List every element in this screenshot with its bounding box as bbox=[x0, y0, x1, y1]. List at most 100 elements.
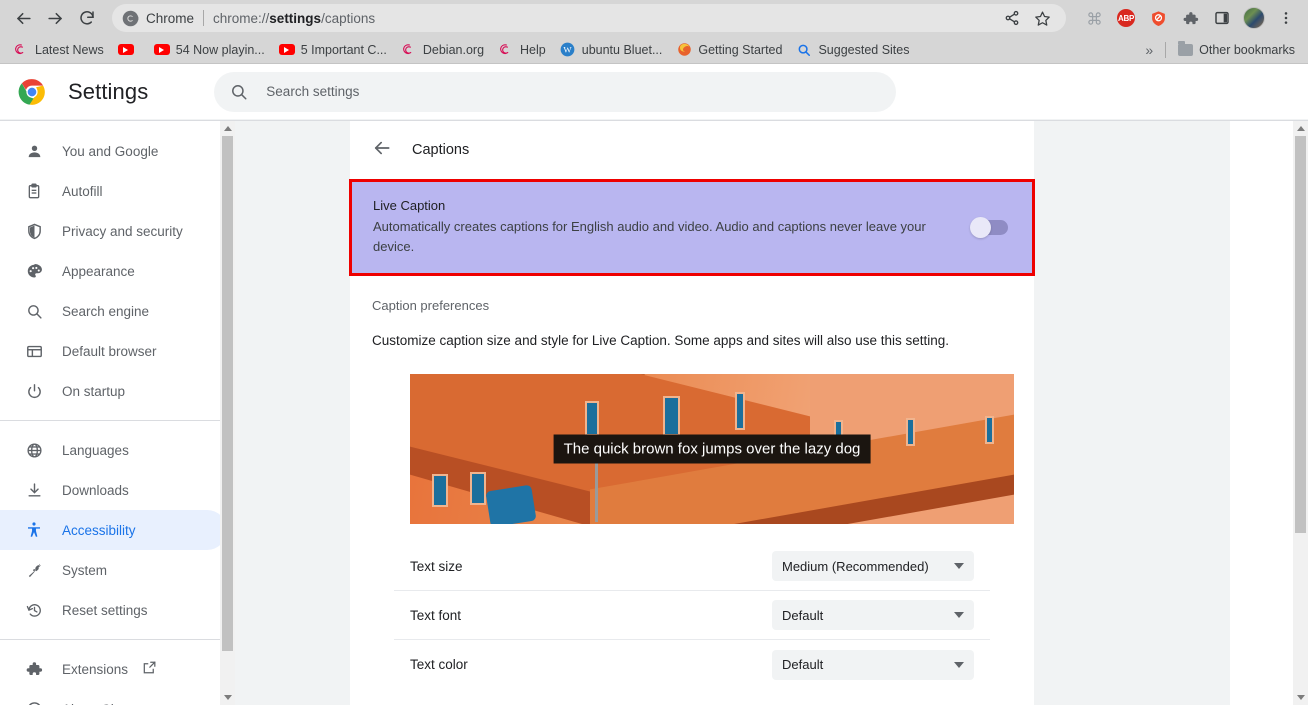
sidebar-item-default-browser[interactable]: Default browser bbox=[0, 331, 227, 371]
bookmark-debian-org[interactable]: Debian.org bbox=[394, 40, 491, 60]
chevron-down-icon bbox=[954, 563, 964, 569]
live-caption-toggle[interactable] bbox=[970, 217, 1008, 238]
bookmark-5-important-c[interactable]: 5 Important C... bbox=[272, 40, 394, 60]
bookmark-label: Suggested Sites bbox=[818, 42, 910, 57]
sidebar-item-appearance[interactable]: Appearance bbox=[0, 251, 227, 291]
bookmark-54-now-playing[interactable]: 54 Now playin... bbox=[147, 40, 272, 60]
page-scroll-down-arrow[interactable] bbox=[1293, 690, 1308, 705]
sidebar-item-label: Extensions bbox=[62, 661, 129, 677]
captions-heading: Captions bbox=[412, 142, 470, 158]
sidebar-scroll-down-arrow[interactable] bbox=[220, 690, 235, 705]
back-arrow-icon[interactable] bbox=[372, 138, 392, 163]
bookmark-help[interactable]: Help bbox=[491, 40, 553, 60]
browser-toolbar: Chrome chrome://settings/captions ABP bbox=[0, 0, 1308, 36]
sidebar-scrollbar-thumb[interactable] bbox=[222, 136, 233, 651]
adblock-plus-icon[interactable]: ABP bbox=[1112, 4, 1140, 32]
pref-label: Text color bbox=[410, 657, 468, 672]
sidebar-item-extensions[interactable]: Extensions bbox=[0, 649, 227, 689]
sidebar-item-search-engine[interactable]: Search engine bbox=[0, 291, 227, 331]
bookmarks-overflow: » Other bookmarks bbox=[1137, 40, 1302, 60]
address-bar[interactable]: Chrome chrome://settings/captions bbox=[112, 4, 1066, 32]
live-caption-setting-card[interactable]: Live Caption Automatically creates capti… bbox=[349, 179, 1035, 276]
live-caption-title: Live Caption bbox=[373, 198, 446, 213]
other-bookmarks-label: Other bookmarks bbox=[1199, 42, 1295, 57]
debian-icon bbox=[13, 42, 29, 58]
toggle-knob bbox=[970, 217, 991, 238]
text-font-select[interactable]: Default bbox=[772, 600, 974, 630]
bookmark-label: ubuntu Bluet... bbox=[581, 42, 663, 57]
external-link-icon bbox=[142, 660, 157, 678]
sidebar-item-label: On startup bbox=[62, 383, 126, 399]
text-size-select[interactable]: Medium (Recommended) bbox=[772, 551, 974, 581]
omnibox-app-label: Chrome bbox=[146, 10, 195, 26]
text-color-select[interactable]: Default bbox=[772, 649, 974, 680]
chrome-menu-icon[interactable] bbox=[1272, 4, 1300, 32]
pref-label: Text size bbox=[410, 558, 463, 574]
bookmark-ubuntu-bluetooth[interactable]: W ubuntu Bluet... bbox=[553, 40, 670, 60]
page-scrollbar-thumb[interactable] bbox=[1295, 136, 1306, 533]
sidebar-item-reset-settings[interactable]: Reset settings bbox=[0, 590, 227, 630]
other-bookmarks-button[interactable]: Other bookmarks bbox=[1170, 40, 1302, 60]
live-caption-text: Live Caption Automatically creates capti… bbox=[373, 198, 972, 257]
sidebar-item-downloads[interactable]: Downloads bbox=[0, 470, 227, 510]
forward-button[interactable] bbox=[40, 3, 70, 33]
settings-main: Captions Live Caption Automatically crea… bbox=[235, 121, 1308, 705]
chrome-icon bbox=[24, 699, 44, 705]
reload-button[interactable] bbox=[72, 3, 102, 33]
search-settings-box[interactable] bbox=[214, 71, 897, 112]
bookmark-suggested-sites[interactable]: Suggested Sites bbox=[789, 40, 916, 60]
bookmark-label: Debian.org bbox=[422, 42, 485, 57]
share-icon[interactable] bbox=[998, 4, 1026, 32]
back-button[interactable] bbox=[8, 3, 38, 33]
profile-avatar[interactable] bbox=[1240, 4, 1268, 32]
select-value: Default bbox=[782, 657, 824, 672]
pref-label: Text font bbox=[410, 607, 462, 623]
sidebar-item-system[interactable]: System bbox=[0, 550, 227, 590]
caption-preference-rows: Text size Medium (Recommended) Text font… bbox=[372, 542, 1012, 699]
page-scrollbar[interactable] bbox=[1293, 121, 1308, 705]
sidebar-item-label: Languages bbox=[62, 442, 129, 458]
caption-preferences-description: Customize caption size and style for Liv… bbox=[372, 333, 950, 348]
sidebar-item-accessibility[interactable]: Accessibility bbox=[0, 510, 227, 550]
search-input[interactable] bbox=[266, 71, 881, 112]
sidebar-item-on-startup[interactable]: On startup bbox=[0, 371, 227, 411]
wordpress-icon: W bbox=[560, 42, 576, 58]
sidebar-scrollbar[interactable] bbox=[220, 121, 235, 705]
folder-icon bbox=[1177, 40, 1193, 58]
side-panel-icon[interactable] bbox=[1208, 4, 1236, 32]
youtube-icon bbox=[117, 42, 134, 58]
bookmarks-overflow-button[interactable]: » bbox=[1137, 40, 1161, 60]
omnibox-url: chrome://settings/captions bbox=[213, 11, 375, 26]
download-icon bbox=[24, 480, 44, 500]
browser-window-icon bbox=[24, 341, 44, 361]
extension-icons: ABP bbox=[1074, 4, 1300, 32]
sidebar-item-autofill[interactable]: Autofill bbox=[0, 171, 227, 211]
extensions-puzzle-icon[interactable] bbox=[1176, 4, 1204, 32]
chevron-down-icon bbox=[954, 661, 964, 668]
shield-extension-icon[interactable] bbox=[1144, 4, 1172, 32]
sidebar-item-about-chrome[interactable]: About Chrome bbox=[0, 689, 227, 705]
bookmark-star-icon[interactable] bbox=[1028, 4, 1056, 32]
sidebar-item-label: System bbox=[62, 562, 108, 578]
firefox-icon bbox=[676, 42, 692, 58]
sidebar-item-you-and-google[interactable]: You and Google bbox=[0, 131, 227, 171]
bookmark-latest-news[interactable]: Latest News bbox=[6, 40, 111, 60]
select-value: Medium (Recommended) bbox=[782, 558, 929, 574]
sidebar-item-privacy-and-security[interactable]: Privacy and security bbox=[0, 211, 227, 251]
sidebar-scroll-up-arrow[interactable] bbox=[220, 121, 235, 136]
abp-badge-label: ABP bbox=[1117, 9, 1135, 27]
omnibox-url-path: /captions bbox=[321, 10, 376, 26]
settings-header: Settings bbox=[0, 64, 1308, 120]
command-extension-icon[interactable] bbox=[1080, 4, 1108, 32]
sidebar-item-label: Search engine bbox=[62, 303, 150, 319]
sidebar-divider-1 bbox=[0, 420, 235, 421]
bookmarks-divider bbox=[1165, 41, 1167, 58]
puzzle-icon bbox=[24, 659, 44, 679]
page-scroll-up-arrow[interactable] bbox=[1293, 121, 1308, 136]
bookmark-label: Latest News bbox=[35, 42, 104, 57]
globe-icon bbox=[24, 440, 44, 460]
bookmark-youtube-1[interactable] bbox=[111, 40, 147, 60]
sidebar-item-languages[interactable]: Languages bbox=[0, 430, 227, 470]
bookmark-getting-started[interactable]: Getting Started bbox=[669, 40, 789, 60]
sidebar-item-label: Privacy and security bbox=[62, 223, 183, 239]
